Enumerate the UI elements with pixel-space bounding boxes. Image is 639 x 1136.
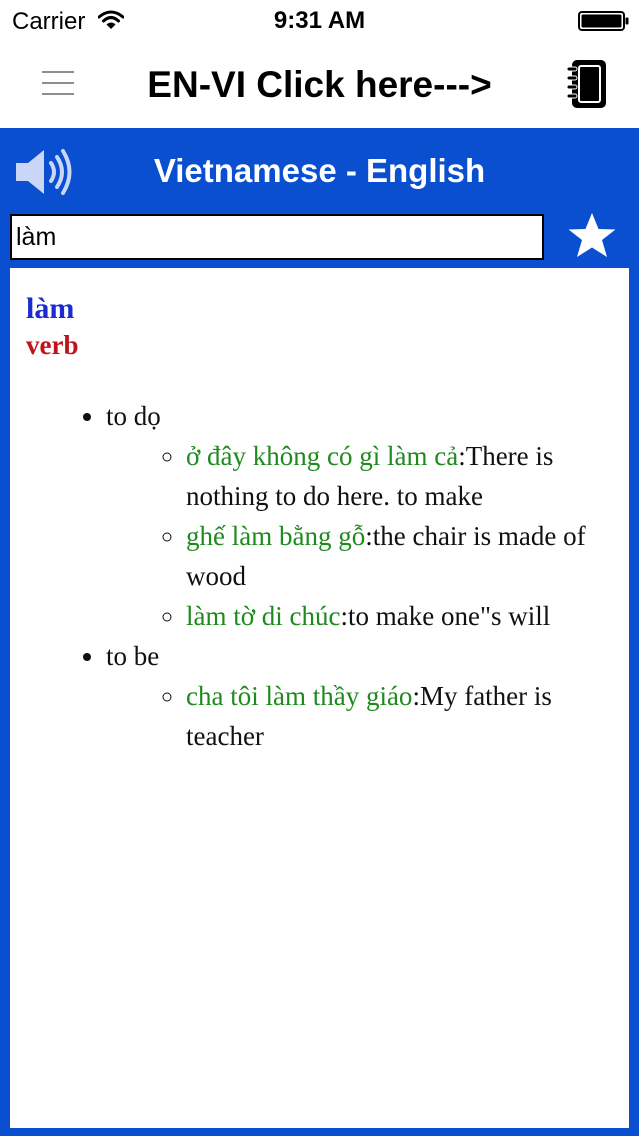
example-vietnamese: cha tôi làm thầy giáo [186,681,413,711]
example-english: :to make one"s will [340,601,551,631]
sense-item: to dọ ở đây không có gì làm cả:There is … [106,396,613,636]
part-of-speech: verb [26,330,79,360]
example-vietnamese: ở đây không có gì làm cả [186,441,459,471]
battery-icon [578,11,629,31]
notebook-icon[interactable] [566,58,610,110]
star-icon[interactable] [566,210,618,262]
menu-icon[interactable] [40,68,76,98]
sense-meaning: to dọ [106,401,161,431]
clock: 9:31 AM [273,7,366,34]
language-switch-button[interactable]: EN-VI Click here---> [110,64,529,106]
example-list: ở đây không có gì làm cả:There is nothin… [106,436,613,636]
sense-meaning: to be [106,641,160,671]
headword: làm [26,292,75,325]
status-bar: Carrier 9:31 AM [0,0,639,40]
example-list: cha tôi làm thầy giáo:My father is teach… [106,676,613,756]
navigation-bar: EN-VI Click here---> [0,40,639,128]
search-input[interactable] [10,214,544,260]
panel-title: Vietnamese - English [153,152,486,189]
definition-view: làm verb to dọ ở đây không có gì làm cả:… [10,268,629,1128]
example-vietnamese: ghế làm bằng gỗ [186,521,366,551]
sense-item: to be cha tôi làm thầy giáo:My father is… [106,636,613,756]
example-item: ở đây không có gì làm cả:There is nothin… [186,436,613,516]
example-item: làm tờ di chúc:to make one"s will [186,596,613,636]
sense-list: to dọ ở đây không có gì làm cả:There is … [26,396,613,756]
example-item: ghế làm bằng gỗ:the chair is made of woo… [186,516,613,596]
example-item: cha tôi làm thầy giáo:My father is teach… [186,676,613,756]
dictionary-panel: Vietnamese - English làm verb to dọ ở đâ… [0,128,639,1136]
example-vietnamese: làm tờ di chúc [186,601,341,631]
